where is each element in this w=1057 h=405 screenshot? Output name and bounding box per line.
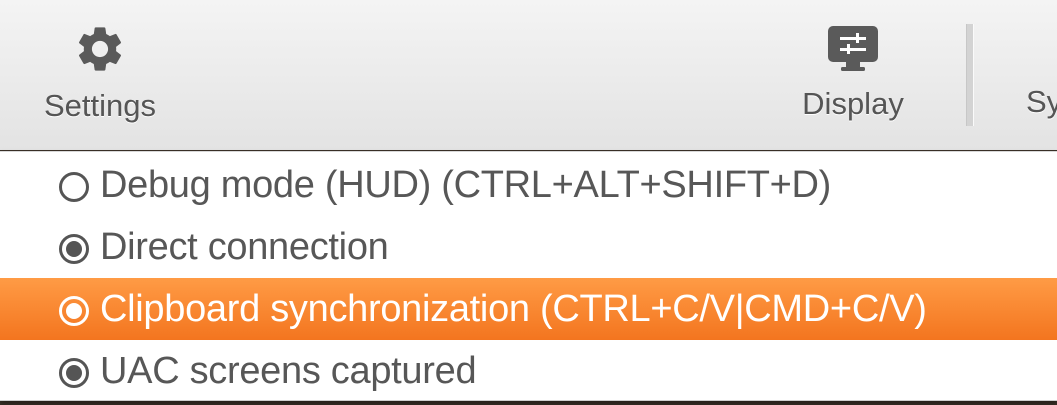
menu-item-label: Direct connection <box>100 226 389 268</box>
toolbar: Settings Display Sy <box>0 0 1057 150</box>
radio-checked-icon <box>59 296 89 326</box>
radio-checked-icon <box>59 358 89 388</box>
menu-item-uac-screens[interactable]: UAC screens captured <box>0 340 1057 402</box>
toolbar-separator <box>966 24 974 126</box>
system-button[interactable]: Sy <box>1026 22 1057 120</box>
settings-label: Settings <box>43 88 156 123</box>
gear-icon <box>78 27 122 71</box>
menu-item-direct-connection[interactable]: Direct connection <box>0 216 1057 278</box>
menu-item-label: Clipboard synchronization (CTRL+C/V|CMD+… <box>100 288 927 330</box>
settings-button[interactable]: Settings <box>36 22 164 124</box>
radio-unchecked-icon <box>59 172 89 202</box>
settings-dropdown-menu: Debug mode (HUD) (CTRL+ALT+SHIFT+D) Dire… <box>0 151 1057 401</box>
display-button[interactable]: Display <box>796 22 910 122</box>
menu-item-clipboard-sync[interactable]: Clipboard synchronization (CTRL+C/V|CMD+… <box>0 278 1057 340</box>
menu-item-debug-mode[interactable]: Debug mode (HUD) (CTRL+ALT+SHIFT+D) <box>0 154 1057 216</box>
menu-item-label: Debug mode (HUD) (CTRL+ALT+SHIFT+D) <box>100 164 832 206</box>
display-settings-icon <box>828 26 878 71</box>
display-label: Display <box>802 86 904 121</box>
menu-item-label: UAC screens captured <box>100 350 477 392</box>
radio-checked-icon <box>59 234 89 264</box>
system-label: Sy <box>1026 84 1057 119</box>
